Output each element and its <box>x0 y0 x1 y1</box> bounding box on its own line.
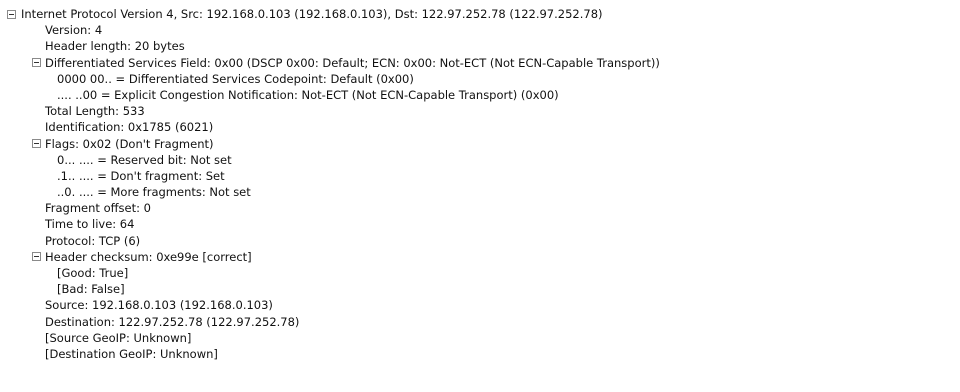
tree-row[interactable]: Differentiated Services Field: 0x00 (DSC… <box>0 55 960 71</box>
tree-row-label: Total Length: 533 <box>45 104 145 119</box>
tree-row-label: Protocol: TCP (6) <box>45 233 141 248</box>
collapse-toggle-icon[interactable] <box>7 9 16 19</box>
tree-row[interactable]: [Destination GeoIP: Unknown] <box>0 346 960 362</box>
tree-row[interactable]: 0... .... = Reserved bit: Not set <box>0 152 960 168</box>
tree-row[interactable]: Destination: 122.97.252.78 (122.97.252.7… <box>0 314 960 330</box>
tree-row-label: Destination: 122.97.252.78 (122.97.252.7… <box>45 314 300 329</box>
tree-row-label: Source: 192.168.0.103 (192.168.0.103) <box>45 298 273 313</box>
tree-row[interactable]: Version: 4 <box>0 22 960 38</box>
tree-row-label: Header checksum: 0xe99e [correct] <box>45 249 252 264</box>
tree-row-label: Fragment offset: 0 <box>45 201 151 216</box>
tree-row-label: [Bad: False] <box>57 282 125 297</box>
tree-row[interactable]: 0000 00.. = Differentiated Services Code… <box>0 71 960 87</box>
collapse-toggle-icon[interactable] <box>32 58 41 68</box>
tree-row[interactable]: [Bad: False] <box>0 281 960 297</box>
tree-row[interactable]: Header length: 20 bytes <box>0 38 960 54</box>
tree-row-label: Differentiated Services Field: 0x00 (DSC… <box>45 55 660 70</box>
tree-row[interactable]: [Good: True] <box>0 265 960 281</box>
tree-row-label: Identification: 0x1785 (6021) <box>45 120 214 135</box>
tree-row-label: [Source GeoIP: Unknown] <box>45 330 192 345</box>
tree-row-label: .1.. .... = Don't fragment: Set <box>57 168 225 183</box>
tree-row-label: Header length: 20 bytes <box>45 39 185 54</box>
tree-row-label: Flags: 0x02 (Don't Fragment) <box>45 136 214 151</box>
tree-row[interactable]: Flags: 0x02 (Don't Fragment) <box>0 136 960 152</box>
tree-row-label: .... ..00 = Explicit Congestion Notifica… <box>57 87 559 102</box>
tree-row[interactable]: Identification: 0x1785 (6021) <box>0 119 960 135</box>
tree-row[interactable]: Internet Protocol Version 4, Src: 192.16… <box>0 6 960 22</box>
collapse-toggle-icon[interactable] <box>32 139 41 149</box>
tree-row-label: [Destination GeoIP: Unknown] <box>45 346 218 361</box>
tree-row[interactable]: Total Length: 533 <box>0 103 960 119</box>
tree-row-label: Time to live: 64 <box>45 217 135 232</box>
tree-row[interactable]: Fragment offset: 0 <box>0 200 960 216</box>
tree-row[interactable]: .... ..00 = Explicit Congestion Notifica… <box>0 87 960 103</box>
tree-row-label: ..0. .... = More fragments: Not set <box>57 185 251 200</box>
packet-details-tree: Internet Protocol Version 4, Src: 192.16… <box>0 6 960 362</box>
tree-row[interactable]: [Source GeoIP: Unknown] <box>0 330 960 346</box>
tree-row[interactable]: Header checksum: 0xe99e [correct] <box>0 249 960 265</box>
collapse-toggle-icon[interactable] <box>32 252 41 262</box>
tree-row-label: 0... .... = Reserved bit: Not set <box>57 152 232 167</box>
tree-row[interactable]: .1.. .... = Don't fragment: Set <box>0 168 960 184</box>
tree-row-label: Internet Protocol Version 4, Src: 192.16… <box>21 7 603 21</box>
tree-row[interactable]: Time to live: 64 <box>0 216 960 232</box>
tree-row[interactable]: Source: 192.168.0.103 (192.168.0.103) <box>0 297 960 313</box>
tree-row[interactable]: ..0. .... = More fragments: Not set <box>0 184 960 200</box>
tree-row-label: Version: 4 <box>45 23 103 38</box>
tree-row-label: 0000 00.. = Differentiated Services Code… <box>57 71 414 86</box>
tree-row-label: [Good: True] <box>57 266 129 280</box>
tree-row[interactable]: Protocol: TCP (6) <box>0 233 960 249</box>
